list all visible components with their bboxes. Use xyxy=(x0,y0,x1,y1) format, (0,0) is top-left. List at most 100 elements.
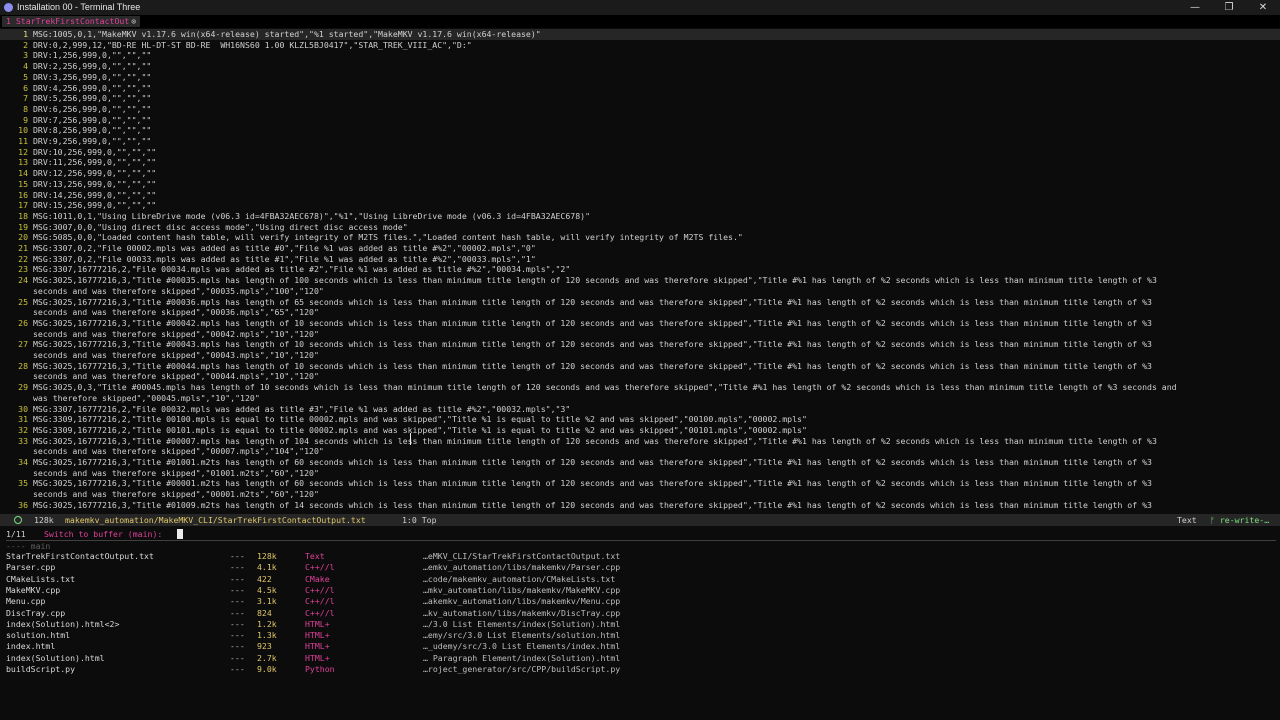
editor-buffer[interactable]: 1 MSG:1005,0,1,"MakeMKV v1.17.6 win(x64-r… xyxy=(0,29,1280,513)
editor-line[interactable]: 31 MSG:3309,16777216,2,"Title 00100.mpls … xyxy=(0,414,1280,425)
line-text: MSG:5085,0,0,"Loaded content hash table,… xyxy=(33,232,743,243)
buffer-size: 128k xyxy=(34,515,54,525)
buffer-candidate[interactable]: Menu.cpp --- 3.1k C++//l …akemkv_automation/… xyxy=(0,596,1280,607)
buffer-candidate[interactable]: StarTrekFirstContactOutput.txt --- 128k Tex… xyxy=(0,551,1280,562)
buffer-candidate[interactable]: MakeMKV.cpp --- 4.5k C++//l …mkv_automation/… xyxy=(0,585,1280,596)
line-number: 26 xyxy=(18,317,28,328)
editor-line[interactable]: 28 MSG:3025,16777216,3,"Title #00044.mpls… xyxy=(0,361,1280,372)
line-number: 28 xyxy=(18,360,28,371)
line-number: 1 xyxy=(23,29,28,39)
branch-icon: ᚠ xyxy=(1210,515,1220,525)
editor-line[interactable]: 13 DRV:11,256,999,0,"","","" xyxy=(0,157,1280,168)
editor-line[interactable]: 27 MSG:3025,16777216,3,"Title #00043.mpls… xyxy=(0,339,1280,350)
editor-line[interactable]: 36 MSG:3025,16777216,3,"Title #01009.m2ts… xyxy=(0,500,1280,511)
editor-line[interactable]: 20 MSG:5085,0,0,"Loaded content hash tabl… xyxy=(0,232,1280,243)
editor-line[interactable]: 15 DRV:13,256,999,0,"","","" xyxy=(0,179,1280,190)
editor-line[interactable]: 23 MSG:3307,16777216,2,"File 00034.mpls w… xyxy=(0,264,1280,275)
line-number: 8 xyxy=(23,103,28,114)
line-text: seconds and was therefore skipped","0004… xyxy=(33,328,319,339)
buffer-candidate[interactable]: index.html --- 923 HTML+ …_udemy/src/3.0 Lis… xyxy=(0,641,1280,652)
terminal-app-icon xyxy=(4,3,13,12)
editor-line[interactable]: 3 DRV:1,256,999,0,"","","" xyxy=(0,50,1280,61)
editor-line[interactable]: 24 MSG:3025,16777216,3,"Title #00035.mpls… xyxy=(0,275,1280,286)
editor-line[interactable]: seconds and was therefore skipped","0100… xyxy=(0,468,1280,479)
line-text: DRV:13,256,999,0,"","","" xyxy=(33,178,157,189)
buffer-file-path: …mkv_automation/libs/makemkv/MakeMKV.cpp xyxy=(423,584,621,595)
editor-line[interactable]: seconds and was therefore skipped","0000… xyxy=(0,446,1280,457)
buffer-path: makemkv_automation/MakeMKV_CLI/StarTrekF… xyxy=(65,515,366,525)
buffer-candidate[interactable]: CMakeLists.txt --- 422 CMake …code/makemkv_a… xyxy=(0,574,1280,585)
line-text: DRV:3,256,999,0,"","","" xyxy=(33,71,152,82)
buffer-name: index.html xyxy=(6,641,56,652)
buffer-flags: --- xyxy=(230,618,245,629)
buffer-flags: --- xyxy=(230,551,245,561)
buffer-candidate[interactable]: index(Solution).html --- 2.7k HTML+ … Paragr… xyxy=(0,653,1280,664)
editor-line[interactable]: seconds and was therefore skipped","0000… xyxy=(0,489,1280,500)
editor-line[interactable]: 22 MSG:3307,0,2,"File 00033.mpls was adde… xyxy=(0,254,1280,265)
editor-line[interactable]: 1 MSG:1005,0,1,"MakeMKV v1.17.6 win(x64-r… xyxy=(0,29,1280,40)
editor-line[interactable]: 32 MSG:3309,16777216,2,"Title 00101.mpls … xyxy=(0,425,1280,436)
editor-line[interactable]: 26 MSG:3025,16777216,3,"Title #00042.mpls… xyxy=(0,318,1280,329)
close-button[interactable]: ✕ xyxy=(1246,0,1280,15)
editor-line[interactable]: 2 DRV:0,2,999,12,"BD-RE HL-DT-ST BD-RE WH… xyxy=(0,40,1280,51)
editor-line[interactable]: 21 MSG:3307,0,2,"File 00002.mpls was adde… xyxy=(0,243,1280,254)
buffer-flags: --- xyxy=(230,596,245,607)
buffer-candidate[interactable]: Parser.cpp --- 4.1k C++//l …emkv_automation/… xyxy=(0,562,1280,573)
editor-line[interactable]: 35 MSG:3025,16777216,3,"Title #00001.m2ts… xyxy=(0,478,1280,489)
editor-line[interactable]: seconds and was therefore skipped","0004… xyxy=(0,371,1280,382)
editor-line[interactable]: 12 DRV:10,256,999,0,"","","" xyxy=(0,147,1280,158)
editor-line[interactable]: 14 DRV:12,256,999,0,"","","" xyxy=(0,168,1280,179)
editor-line[interactable]: was therefore skipped","00045.mpls","10"… xyxy=(0,393,1280,404)
editor-line[interactable]: 6 DRV:4,256,999,0,"","","" xyxy=(0,83,1280,94)
editor-line[interactable]: seconds and was therefore skipped","0004… xyxy=(0,329,1280,340)
buffer-file-path: …eMKV_CLI/StarTrekFirstContactOutput.txt xyxy=(423,551,621,561)
buffer-status-icon xyxy=(14,516,22,524)
buffer-name: Menu.cpp xyxy=(6,596,46,607)
editor-line[interactable]: 9 DRV:7,256,999,0,"","","" xyxy=(0,115,1280,126)
editor-line[interactable]: 4 DRV:2,256,999,0,"","","" xyxy=(0,61,1280,72)
editor-line[interactable]: 19 MSG:3007,0,0,"Using direct disc access… xyxy=(0,222,1280,233)
editor-line[interactable]: 33 MSG:3025,16777216,3,"Title #00007.mpls… xyxy=(0,436,1280,447)
minibuffer-input-caret[interactable] xyxy=(177,529,183,539)
editor-line[interactable]: 17 DRV:15,256,999,0,"","","" xyxy=(0,200,1280,211)
editor-line[interactable]: 5 DRV:3,256,999,0,"","","" xyxy=(0,72,1280,83)
buffer-file-path: …emkv_automation/libs/makemkv/Parser.cpp xyxy=(423,562,621,573)
tab-startrek-output[interactable]: 1 StarTrekFirstContactOut ⊗ xyxy=(2,16,141,27)
buffer-file-path: …akemkv_automation/libs/makemkv/Menu.cpp xyxy=(423,596,621,607)
line-number: 9 xyxy=(23,114,28,125)
minimize-button[interactable]: — xyxy=(1178,0,1212,15)
buffer-candidate[interactable]: buildScript.py --- 9.0k Python …roject_gener… xyxy=(0,664,1280,675)
line-text: DRV:8,256,999,0,"","","" xyxy=(33,125,152,136)
editor-line[interactable]: 7 DRV:5,256,999,0,"","","" xyxy=(0,93,1280,104)
minibuffer[interactable]: 1/11 Switch to buffer (main): xyxy=(0,528,1280,540)
editor-line[interactable]: 10 DRV:8,256,999,0,"","","" xyxy=(0,125,1280,136)
editor-line[interactable]: 11 DRV:9,256,999,0,"","","" xyxy=(0,136,1280,147)
line-number: 35 xyxy=(18,478,28,489)
editor-line[interactable]: 25 MSG:3025,16777216,3,"Title #00036.mpls… xyxy=(0,297,1280,308)
buffer-candidate[interactable]: index(Solution).html<2> --- 1.2k HTML+ …/3.0… xyxy=(0,619,1280,630)
editor-line[interactable]: 29 MSG:3025,0,3,"Title #00045.mpls has le… xyxy=(0,382,1280,393)
line-text: DRV:0,2,999,12,"BD-RE HL-DT-ST BD-RE WH1… xyxy=(33,39,472,50)
line-text: seconds and was therefore skipped","0003… xyxy=(33,285,324,296)
line-number: 13 xyxy=(18,157,28,168)
editor-line[interactable]: seconds and was therefore skipped","0004… xyxy=(0,350,1280,361)
buffer-candidate[interactable]: solution.html --- 1.3k HTML+ …emy/src/3.0 Li… xyxy=(0,630,1280,641)
buffer-size: 422 xyxy=(257,573,272,584)
line-number: 36 xyxy=(18,499,28,510)
restore-button[interactable]: ❐ xyxy=(1212,0,1246,15)
tab-label: 1 StarTrekFirstContactOut xyxy=(6,16,130,26)
buffer-mode: HTML+ xyxy=(305,652,330,663)
buffer-size: 9.0k xyxy=(257,664,277,674)
buffer-flags: --- xyxy=(230,652,245,663)
editor-line[interactable]: seconds and was therefore skipped","0003… xyxy=(0,307,1280,318)
editor-line[interactable]: 16 DRV:14,256,999,0,"","","" xyxy=(0,190,1280,201)
tab-close-icon[interactable]: ⊗ xyxy=(131,16,136,26)
buffer-candidate[interactable]: DiscTray.cpp --- 824 C++//l …kv_automation/l… xyxy=(0,608,1280,619)
buffer-flags: --- xyxy=(230,664,245,674)
line-text: MSG:3309,16777216,2,"Title 00101.mpls is… xyxy=(33,424,807,435)
editor-line[interactable]: seconds and was therefore skipped","0003… xyxy=(0,286,1280,297)
editor-line[interactable]: 8 DRV:6,256,999,0,"","","" xyxy=(0,104,1280,115)
editor-line[interactable]: 18 MSG:1011,0,1,"Using LibreDrive mode (v… xyxy=(0,211,1280,222)
editor-line[interactable]: 34 MSG:3025,16777216,3,"Title #01001.m2ts… xyxy=(0,457,1280,468)
editor-line[interactable]: 30 MSG:3307,16777216,2,"File 00032.mpls w… xyxy=(0,404,1280,415)
